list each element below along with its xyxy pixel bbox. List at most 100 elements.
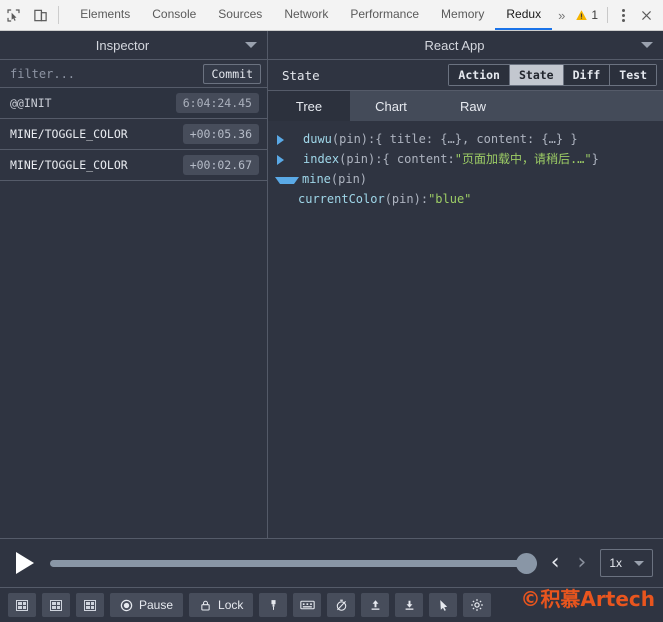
settings-button[interactable] (463, 593, 492, 617)
import-button[interactable] (361, 593, 390, 617)
slider-thumb[interactable] (515, 552, 537, 574)
tab-memory[interactable]: Memory (430, 0, 495, 30)
layout-horizontal-button[interactable] (42, 593, 70, 617)
playback-bar: ‹ › 1x (0, 538, 663, 587)
dispatcher-button[interactable] (293, 593, 322, 617)
layout-vertical-button[interactable] (8, 593, 36, 617)
action-name: MINE/TOGGLE_COLOR (10, 158, 128, 172)
action-list: @@INIT 6:04:24.45 MINE/TOGGLE_COLOR +00:… (0, 88, 267, 538)
devtools-tab-bar: Elements Console Sources Network Perform… (0, 0, 663, 31)
inspect-element-icon[interactable] (0, 0, 27, 30)
tree-key: index (303, 152, 340, 166)
tree-pin-label: (pin): (384, 192, 429, 206)
toolbar-divider-2 (607, 7, 608, 23)
chevron-down-icon[interactable] (275, 177, 299, 184)
cursor-icon (440, 600, 448, 611)
commit-button[interactable]: Commit (203, 63, 261, 84)
toolbar-divider (58, 6, 60, 24)
device-toolbar-icon[interactable] (27, 0, 54, 30)
persist-button[interactable] (259, 593, 288, 617)
tab-performance[interactable]: Performance (339, 0, 430, 30)
bottom-toolbar: Pause Lock (0, 587, 663, 622)
tab-state[interactable]: State (508, 64, 563, 86)
chevron-right-icon[interactable] (277, 135, 298, 145)
action-row[interactable]: MINE/TOGGLE_COLOR +00:02.67 (0, 150, 267, 181)
upload-icon (371, 600, 380, 610)
no-stopwatch-icon (336, 599, 347, 611)
chevron-double-right-icon[interactable]: » (552, 8, 571, 23)
action-name: MINE/TOGGLE_COLOR (10, 127, 128, 141)
grid-layout-icon (16, 599, 28, 611)
tree-key: mine (302, 172, 331, 186)
gear-icon (471, 599, 484, 611)
pause-button[interactable]: Pause (110, 593, 184, 617)
state-tree: duwu (pin): { title: {…}, content: {…} }… (268, 121, 663, 538)
grid-layout-icon (50, 599, 62, 611)
export-button[interactable] (395, 593, 424, 617)
state-pane-header: React App (268, 31, 663, 60)
warning-count: 1 (591, 8, 598, 22)
action-row-init[interactable]: @@INIT 6:04:24.45 (0, 88, 267, 119)
redux-devtools-window: Elements Console Sources Network Perform… (0, 0, 663, 622)
tree-key: duwu (303, 132, 332, 146)
tree-pin-label: (pin): (331, 132, 376, 146)
chevron-left-icon[interactable]: ‹ (547, 552, 564, 574)
tree-value-string: "页面加载中，请稍后.…" (454, 152, 592, 166)
subtab-raw[interactable]: Raw (432, 91, 514, 121)
inspector-header: Inspector (0, 31, 267, 60)
devtools-toolbar-right: » 1 (552, 0, 663, 30)
devtools-tabs: Elements Console Sources Network Perform… (69, 0, 553, 30)
inspector-title: Inspector (95, 37, 150, 53)
warning-indicator[interactable]: 1 (571, 8, 602, 22)
tree-value: { title: {…}, content: {…} } (375, 132, 578, 146)
search-input[interactable] (6, 65, 204, 82)
tab-sources[interactable]: Sources (207, 0, 273, 30)
panes-container: Inspector Commit @@INIT 6:04:24.45 MINE/… (0, 31, 663, 538)
tab-diff[interactable]: Diff (562, 64, 610, 86)
tree-value: "blue" (428, 192, 472, 206)
keyboard-icon (300, 600, 315, 610)
tab-redux[interactable]: Redux (495, 0, 553, 30)
tab-network[interactable]: Network (273, 0, 339, 30)
tree-node-index[interactable]: index (pin): { content: "页面加载中，请稍后.…" } (274, 149, 663, 169)
inspector-pane: Inspector Commit @@INIT 6:04:24.45 MINE/… (0, 31, 268, 538)
tree-node-currentcolor[interactable]: currentColor (pin): "blue" (274, 189, 663, 209)
view-mode-group: Action State Diff Test (448, 64, 657, 86)
chevron-down-icon[interactable] (245, 42, 257, 48)
playback-speed-select[interactable]: 1x (600, 549, 653, 577)
chevron-down-icon[interactable] (641, 42, 653, 48)
tab-console[interactable]: Console (141, 0, 207, 30)
grid-layout-icon (84, 599, 96, 611)
tab-action[interactable]: Action (448, 64, 509, 86)
tree-pin-label: (pin) (330, 172, 368, 186)
play-icon[interactable] (16, 552, 34, 574)
tree-value-prefix: { content: (382, 152, 455, 166)
slider-toggle-button[interactable] (327, 593, 356, 617)
close-icon[interactable] (633, 9, 659, 22)
slider-track (50, 559, 537, 567)
pin-icon (271, 600, 276, 610)
tree-key: currentColor (298, 192, 385, 206)
lock-button[interactable]: Lock (189, 593, 254, 617)
lock-button-label: Lock (218, 598, 244, 612)
action-name: @@INIT (10, 96, 52, 110)
timeline-slider[interactable] (50, 552, 537, 574)
chevron-right-icon[interactable] (277, 155, 298, 165)
subtab-chart[interactable]: Chart (350, 91, 432, 121)
app-title: React App (424, 37, 485, 53)
kebab-menu-icon[interactable] (613, 8, 633, 22)
tab-test[interactable]: Test (609, 64, 657, 86)
playback-speed-value: 1x (609, 556, 622, 570)
record-circle-icon (120, 599, 133, 611)
tree-node-duwu[interactable]: duwu (pin): { title: {…}, content: {…} } (274, 129, 663, 149)
layout-auto-button[interactable] (76, 593, 104, 617)
subtab-tree[interactable]: Tree (268, 91, 350, 121)
warning-triangle-icon (576, 9, 588, 20)
print-button[interactable] (429, 593, 458, 617)
state-toolbar: State Action State Diff Test (268, 60, 663, 91)
tree-node-mine[interactable]: mine (pin) (274, 169, 663, 189)
chevron-right-icon[interactable]: › (574, 552, 591, 574)
action-row[interactable]: MINE/TOGGLE_COLOR +00:05.36 (0, 119, 267, 150)
state-label: State (282, 67, 320, 83)
tab-elements[interactable]: Elements (69, 0, 141, 30)
